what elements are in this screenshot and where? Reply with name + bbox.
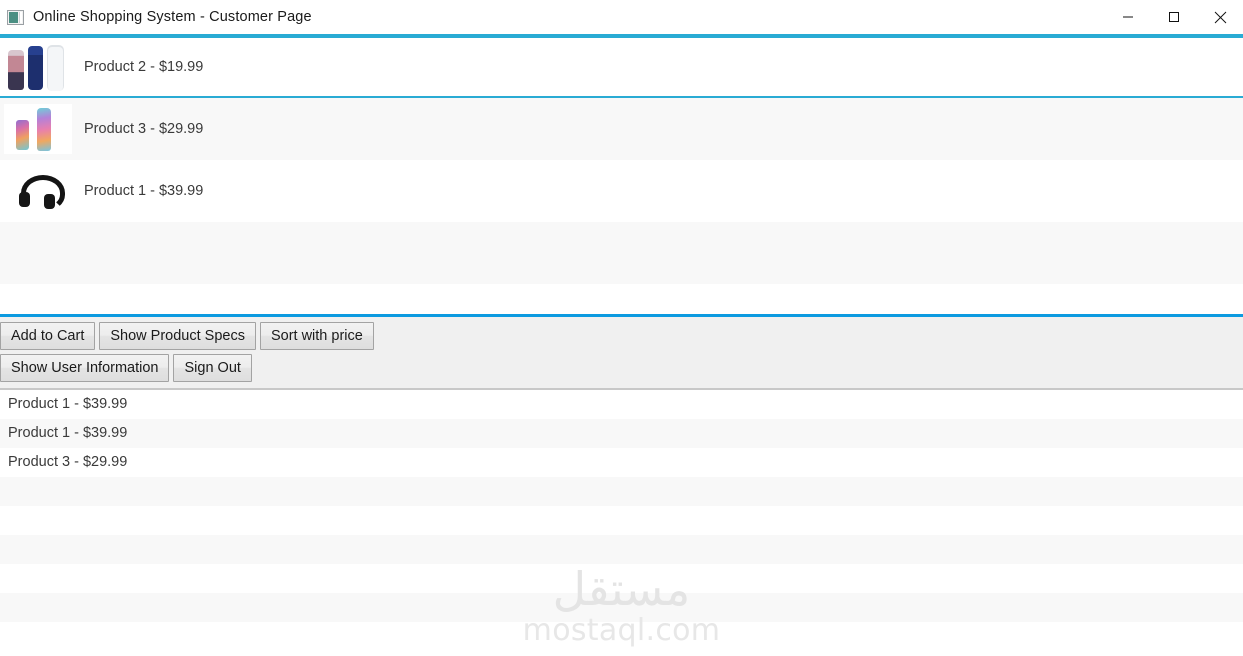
iridescent-water-bottles-thumbnail — [4, 104, 72, 154]
action-button-panel: Add to Cart Show Product Specs Sort with… — [0, 314, 1243, 390]
app-window-icon — [7, 9, 24, 25]
cart-list-item[interactable]: Product 3 - $29.99 — [0, 448, 1243, 477]
cart-list-empty-row[interactable] — [0, 564, 1243, 593]
cart-list-empty-row[interactable] — [0, 593, 1243, 622]
product-list-empty-row[interactable] — [0, 284, 1243, 314]
product-list-item[interactable]: Product 2 - $19.99 — [0, 36, 1243, 98]
minimize-icon[interactable] — [1105, 0, 1151, 34]
show-product-specs-button[interactable]: Show Product Specs — [99, 322, 256, 350]
application-window: Online Shopping System - Customer Page P… — [0, 0, 1243, 656]
cart-list-empty-row[interactable] — [0, 622, 1243, 651]
product-list-empty-row[interactable] — [0, 222, 1243, 284]
button-row-secondary: Show User Information Sign Out — [0, 354, 1243, 382]
product-catalog-list[interactable]: Product 2 - $19.99 Product 3 - $29.99 Pr… — [0, 34, 1243, 314]
product-list-item[interactable]: Product 1 - $39.99 — [0, 160, 1243, 222]
cart-list-empty-row[interactable] — [0, 535, 1243, 564]
maximize-icon[interactable] — [1151, 0, 1197, 34]
window-title: Online Shopping System - Customer Page — [33, 9, 312, 25]
close-icon[interactable] — [1197, 0, 1243, 34]
cart-list-item[interactable]: Product 1 - $39.99 — [0, 419, 1243, 448]
shopping-cart-list[interactable]: Product 1 - $39.99 Product 1 - $39.99 Pr… — [0, 390, 1243, 656]
add-to-cart-button[interactable]: Add to Cart — [0, 322, 96, 350]
black-headphones-thumbnail — [4, 166, 72, 216]
product-list-item[interactable]: Product 3 - $29.99 — [0, 98, 1243, 160]
show-user-information-button[interactable]: Show User Information — [0, 354, 170, 382]
cart-list-empty-row[interactable] — [0, 477, 1243, 506]
sort-with-price-button[interactable]: Sort with price — [259, 322, 374, 350]
cart-list-empty-row[interactable] — [0, 506, 1243, 535]
product-label: Product 1 - $39.99 — [84, 183, 204, 199]
sign-out-button[interactable]: Sign Out — [173, 354, 252, 382]
title-bar: Online Shopping System - Customer Page — [0, 0, 1243, 34]
toiletries-bottles-thumbnail — [4, 42, 72, 92]
product-label: Product 3 - $29.99 — [84, 121, 204, 137]
product-label: Product 2 - $19.99 — [84, 59, 204, 75]
cart-list-item[interactable]: Product 1 - $39.99 — [0, 390, 1243, 419]
button-row-primary: Add to Cart Show Product Specs Sort with… — [0, 322, 1243, 350]
window-controls — [1105, 0, 1243, 34]
